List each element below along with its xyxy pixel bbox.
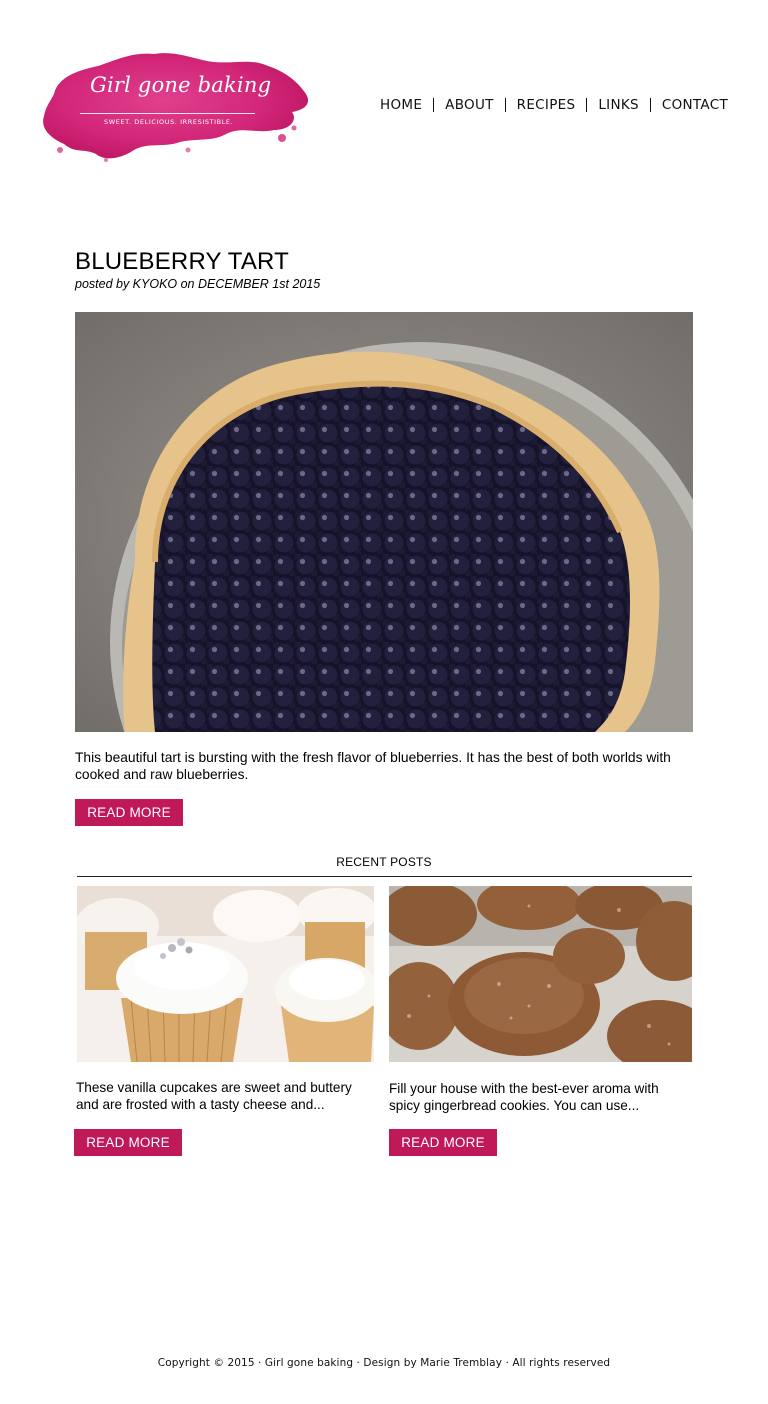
recent-posts-heading: RECENT POSTS <box>336 855 432 869</box>
nav-contact[interactable]: CONTACT <box>662 97 728 113</box>
logo-divider <box>80 113 255 114</box>
main-nav: HOME ABOUT RECIPES LINKS CONTACT <box>380 97 728 113</box>
nav-recipes[interactable]: RECIPES <box>517 97 576 113</box>
gingerbread-cookies-image[interactable] <box>389 886 692 1062</box>
cookies-excerpt: Fill your house with the best-ever aroma… <box>389 1081 659 1113</box>
nav-divider <box>504 98 506 112</box>
cupcakes-read-more-button[interactable]: READ MORE <box>74 1129 182 1156</box>
post-title[interactable]: BLUEBERRY TART <box>75 248 289 276</box>
blueberry-tart-image[interactable] <box>75 312 693 732</box>
nav-divider <box>586 98 588 112</box>
watercolor-splash-graphic <box>43 53 309 162</box>
nav-links[interactable]: LINKS <box>598 97 639 113</box>
post-meta: posted by KYOKO on DECEMBER 1st 2015 <box>75 277 321 291</box>
nav-about[interactable]: ABOUT <box>445 97 494 113</box>
nav-home[interactable]: HOME <box>380 97 422 113</box>
cupcakes-excerpt: These vanilla cupcakes are sweet and but… <box>76 1080 352 1112</box>
footer-copyright: Copyright © 2015 · Girl gone baking · De… <box>157 1357 611 1369</box>
post-excerpt: This beautiful tart is bursting with the… <box>75 750 671 782</box>
vanilla-cupcakes-image[interactable] <box>77 886 374 1062</box>
nav-divider <box>649 98 651 112</box>
recent-posts-divider <box>77 876 692 877</box>
site-logo[interactable]: Girl gone baking SWEET. DELICIOUS. IRRES… <box>36 46 312 166</box>
logo-title: Girl gone baking <box>90 73 272 97</box>
read-more-button[interactable]: READ MORE <box>75 799 183 826</box>
nav-divider <box>433 98 435 112</box>
logo-tagline: SWEET. DELICIOUS. IRRESISTIBLE. <box>104 118 234 126</box>
cookies-read-more-button[interactable]: READ MORE <box>389 1129 497 1156</box>
